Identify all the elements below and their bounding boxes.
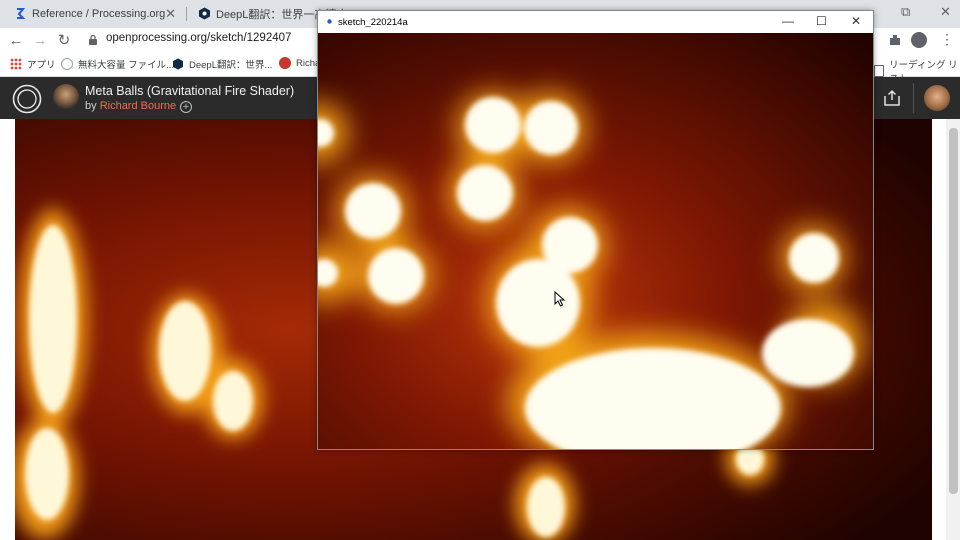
bookmark-label: 無料大容量 ファイル... [78, 60, 175, 71]
header-divider [913, 83, 914, 113]
share-icon[interactable] [883, 89, 901, 107]
openprocessing-logo-icon[interactable] [12, 84, 42, 114]
tab-title: Reference / Processing.org [32, 8, 166, 20]
bookmark-richard[interactable]: Richa [279, 57, 320, 69]
scrollbar-thumb[interactable] [949, 128, 958, 494]
follow-button[interactable]: + [180, 101, 192, 113]
bookmark-deepl[interactable]: DeepL翻訳：世界... [172, 57, 272, 71]
extensions-icon[interactable] [888, 33, 902, 47]
maximize-button[interactable]: ☐ [816, 14, 827, 28]
byline: by Richard Bourne [85, 100, 176, 112]
close-button[interactable]: ✕ [851, 14, 861, 28]
sketch-window: sketch_220214a — ☐ ✕ [317, 10, 874, 450]
processing-app-icon [327, 19, 332, 24]
bookmark-apps[interactable]: アプリ [10, 57, 56, 71]
author-avatar[interactable] [53, 84, 79, 110]
processing-icon [17, 8, 26, 19]
forward-button[interactable]: → [30, 31, 50, 51]
reading-list-icon [874, 65, 885, 77]
globe-icon [61, 58, 73, 70]
close-icon[interactable]: ✕ [165, 6, 176, 22]
author-link[interactable]: Richard Bourne [100, 100, 176, 112]
window-title: sketch_220214a [338, 17, 408, 28]
tab-processing-reference[interactable]: Reference / Processing.org ✕ [0, 0, 184, 28]
menu-icon[interactable]: ⋮ [940, 31, 954, 48]
apps-grid-icon [10, 58, 22, 70]
back-button[interactable]: ← [6, 31, 26, 51]
user-avatar[interactable] [924, 85, 950, 111]
window-close-icon[interactable]: ✕ [940, 4, 951, 20]
by-label: by [85, 100, 97, 112]
reload-button[interactable]: ↻ [54, 31, 74, 51]
bookmark-file-transfer[interactable]: 無料大容量 ファイル... [61, 57, 174, 71]
bookmark-label: アプリ [27, 60, 56, 71]
lock-icon[interactable] [88, 34, 98, 46]
bookmark-label: DeepL翻訳：世界... [189, 60, 273, 71]
deepl-icon [173, 58, 183, 70]
sketch-window-canvas[interactable] [318, 33, 873, 449]
minimize-button[interactable]: — [782, 14, 794, 28]
site-icon [279, 57, 291, 69]
restore-icon[interactable]: ⧉ [901, 4, 910, 20]
sketch-title: Meta Balls (Gravitational Fire Shader) [85, 84, 295, 98]
deepl-icon [199, 7, 210, 20]
address-bar[interactable]: openprocessing.org/sketch/1292407 [106, 32, 291, 44]
profile-icon[interactable] [911, 32, 927, 48]
